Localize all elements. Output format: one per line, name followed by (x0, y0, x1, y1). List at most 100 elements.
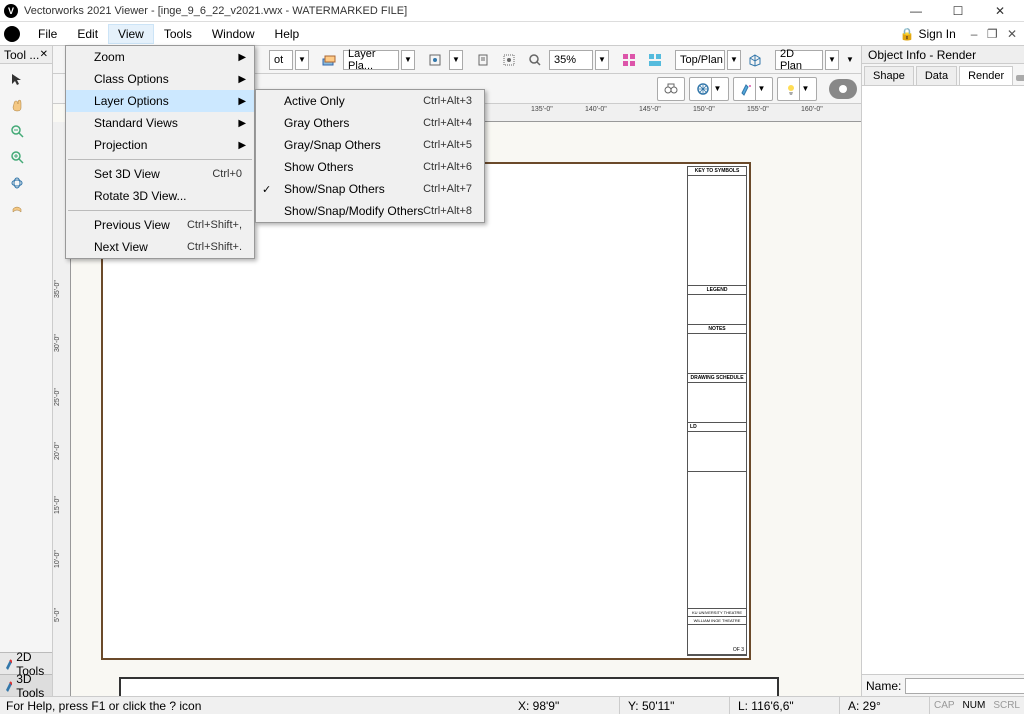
zoom-out-tool[interactable] (2, 118, 32, 144)
sign-in-button[interactable]: 🔒 Sign In (891, 25, 963, 43)
ruler-tick: 150'-0" (693, 106, 715, 113)
menu-file[interactable]: File (28, 24, 67, 44)
close-button[interactable]: ✕ (980, 1, 1020, 21)
multiview-icon[interactable] (617, 49, 641, 71)
submenu-arrow-icon: ▶ (238, 74, 246, 85)
show-label: WILLIAM INGE THEATRE (688, 617, 746, 625)
shortcut-label: Ctrl+Alt+8 (423, 205, 472, 217)
zoom-value[interactable]: 35% (549, 50, 593, 70)
submenu-show-snap-others[interactable]: ✓Show/Snap OthersCtrl+Alt+7 (256, 178, 484, 200)
view-dropdown-menu: Zoom▶ Class Options▶ Layer Options▶ Stan… (65, 45, 255, 259)
second-sheet-edge (119, 677, 779, 696)
mdi-close[interactable]: ✕ (1004, 27, 1020, 41)
menu-next-view[interactable]: Next ViewCtrl+Shift+. (66, 236, 254, 258)
title-bar: V Vectorworks 2021 Viewer - [inge_9_6_22… (0, 0, 1024, 22)
light-tool[interactable]: ▼ (777, 77, 817, 101)
view-cube-icon[interactable] (743, 49, 767, 71)
view-select[interactable]: Top/Plan (675, 50, 725, 70)
ld-content (688, 432, 746, 472)
sheet-number: OF 3 (688, 625, 746, 655)
shortcut-label: Ctrl+Alt+6 (423, 161, 472, 173)
saved-view-dd[interactable]: ▼ (449, 50, 463, 70)
submenu-gray-others[interactable]: Gray OthersCtrl+Alt+4 (256, 112, 484, 134)
class-short-dd[interactable]: ▼ (295, 50, 309, 70)
render-select[interactable]: 2D Plan (775, 50, 823, 70)
mdi-restore[interactable]: ❐ (984, 27, 1001, 41)
class-short-sel[interactable]: ot (269, 50, 293, 70)
status-x: X: 98'9" (510, 697, 620, 714)
tab-3d-tools[interactable]: 3D Tools (0, 674, 52, 696)
maximize-button[interactable]: ☐ (938, 1, 978, 21)
submenu-show-snap-modify-others[interactable]: Show/Snap/Modify OthersCtrl+Alt+8 (256, 200, 484, 222)
layer-select[interactable]: Layer Pla... (343, 50, 399, 70)
menu-label: Projection (94, 138, 147, 152)
fit-objects-icon[interactable] (497, 49, 521, 71)
saved-view-icon[interactable] (423, 49, 447, 71)
toolbar-overflow[interactable]: ▼ (843, 50, 857, 70)
object-info-body (862, 86, 1024, 674)
zoom-in-tool[interactable] (2, 144, 32, 170)
zoom-loupe-icon[interactable] (523, 49, 547, 71)
spacer (688, 472, 746, 609)
menu-projection[interactable]: Projection▶ (66, 134, 254, 156)
selection-tool[interactable] (2, 66, 32, 92)
tab-render[interactable]: Render (959, 66, 1013, 85)
record-button[interactable] (829, 79, 857, 99)
ruler-tick: 30'-0" (54, 334, 61, 352)
ruler-tick: 10'-0" (54, 550, 61, 568)
unified-view-icon[interactable] (643, 49, 667, 71)
render-select-dd[interactable]: ▼ (825, 50, 839, 70)
submenu-arrow-icon: ▶ (238, 96, 246, 107)
app-logo-icon (4, 26, 20, 42)
schedule-header: DRAWING SCHEDULE (688, 374, 746, 383)
menu-tools[interactable]: Tools (154, 24, 202, 44)
menu-view[interactable]: View (108, 24, 154, 44)
menu-label: Next View (94, 240, 148, 254)
flyover-tool[interactable] (2, 170, 32, 196)
layers-icon[interactable] (317, 49, 341, 71)
walkthrough-tool[interactable] (2, 196, 32, 222)
menu-class-options[interactable]: Class Options▶ (66, 68, 254, 90)
name-input[interactable] (905, 678, 1024, 694)
notes-header: NOTES (688, 325, 746, 334)
status-bar: For Help, press F1 or click the ? icon X… (0, 696, 1024, 714)
view-select-dd[interactable]: ▼ (727, 50, 741, 70)
pan-tool[interactable] (2, 92, 32, 118)
menu-layer-options[interactable]: Layer Options▶ (66, 90, 254, 112)
key-symbols-header: KEY TO SYMBOLS (688, 167, 746, 176)
fit-page-icon[interactable] (471, 49, 495, 71)
legend-content (688, 295, 746, 325)
visibility-tool[interactable]: ▼ (689, 77, 729, 101)
menu-rotate-3d-view[interactable]: Rotate 3D View... (66, 185, 254, 207)
menu-standard-views[interactable]: Standard Views▶ (66, 112, 254, 134)
panel-undock-icon[interactable] (1013, 71, 1024, 85)
menu-edit[interactable]: Edit (67, 24, 108, 44)
sign-in-label: Sign In (918, 27, 955, 41)
mdi-controls: – ❐ ✕ (968, 27, 1020, 41)
menu-help[interactable]: Help (265, 24, 310, 44)
tool-panel: Tool ... ✕ 2D Tools 3D Tools (0, 46, 53, 696)
tool-panel-close[interactable]: ✕ (40, 49, 48, 60)
zoom-dd[interactable]: ▼ (595, 50, 609, 70)
tab-shape[interactable]: Shape (864, 66, 914, 85)
layer-dd[interactable]: ▼ (401, 50, 415, 70)
app-icon: V (4, 4, 18, 18)
menu-label: Rotate 3D View... (94, 189, 187, 203)
menu-window[interactable]: Window (202, 24, 265, 44)
submenu-gray-snap-others[interactable]: Gray/Snap OthersCtrl+Alt+5 (256, 134, 484, 156)
submenu-active-only[interactable]: Active OnlyCtrl+Alt+3 (256, 90, 484, 112)
menu-previous-view[interactable]: Previous ViewCtrl+Shift+, (66, 214, 254, 236)
menu-zoom[interactable]: Zoom▶ (66, 46, 254, 68)
minimize-button[interactable]: — (896, 1, 936, 21)
submenu-show-others[interactable]: Show OthersCtrl+Alt+6 (256, 156, 484, 178)
menu-label: Gray Others (284, 116, 349, 130)
ruler-tick: 25'-0" (54, 388, 61, 406)
render-tool[interactable]: ▼ (733, 77, 773, 101)
mdi-minimize[interactable]: – (968, 27, 981, 41)
layer-options-submenu: Active OnlyCtrl+Alt+3 Gray OthersCtrl+Al… (255, 89, 485, 223)
menu-set-3d-view[interactable]: Set 3D ViewCtrl+0 (66, 163, 254, 185)
tab-data[interactable]: Data (916, 66, 957, 85)
tools-3d-icon (4, 680, 12, 692)
search-binoculars-icon[interactable] (657, 77, 685, 101)
status-l: L: 116'6,6" (730, 697, 840, 714)
